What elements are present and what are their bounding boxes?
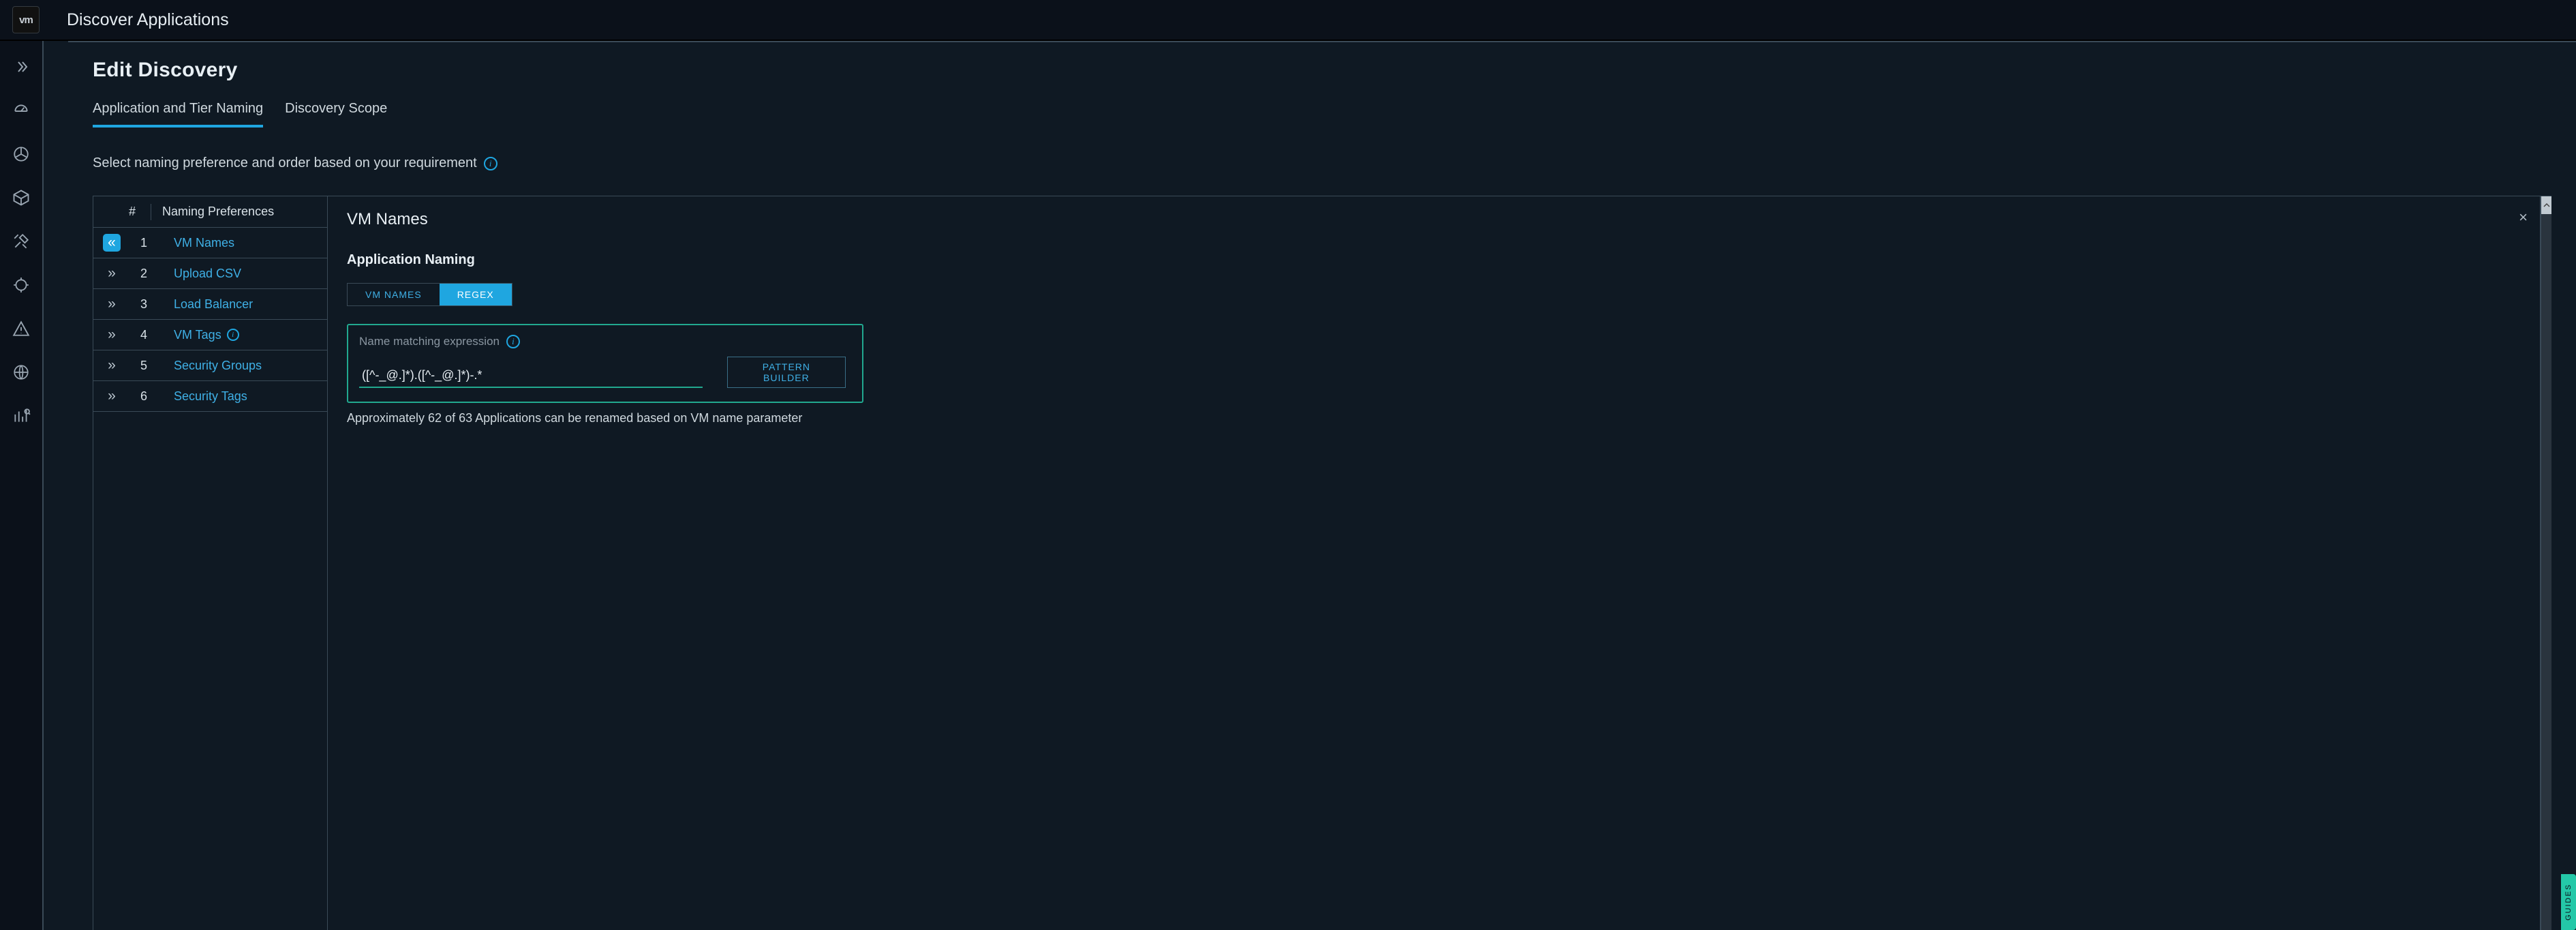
- drag-handle-icon[interactable]: »: [103, 357, 121, 374]
- row-number: 3: [129, 297, 159, 312]
- pref-row-vm-names[interactable]: « 1 VM Names: [93, 228, 327, 258]
- drag-handle-icon[interactable]: »: [103, 326, 121, 344]
- content-inner: Edit Discovery Application and Tier Nami…: [68, 41, 2576, 930]
- tab-discovery-scope[interactable]: Discovery Scope: [285, 101, 387, 127]
- page-title: Edit Discovery: [93, 59, 2551, 82]
- globe-icon[interactable]: [10, 361, 32, 383]
- dashboard-icon[interactable]: [10, 100, 32, 121]
- pattern-builder-button[interactable]: PATTERN BUILDER: [727, 357, 846, 388]
- row-label: Upload CSV: [159, 267, 241, 281]
- expand-rail-icon[interactable]: [10, 56, 32, 78]
- col-naming-preferences: Naming Preferences: [162, 205, 274, 219]
- naming-preference-intro-text: Select naming preference and order based…: [93, 155, 477, 171]
- row-label: Load Balancer: [159, 297, 253, 312]
- info-icon[interactable]: i: [506, 335, 520, 348]
- row-number: 5: [129, 359, 159, 373]
- detail-title: VM Names: [347, 210, 2521, 229]
- target-icon[interactable]: [10, 274, 32, 296]
- pref-row-security-groups[interactable]: » 5 Security Groups: [93, 350, 327, 381]
- vm-names-detail-panel: × VM Names Application Naming VM NAMES R…: [328, 196, 2541, 930]
- regex-input[interactable]: [359, 365, 703, 388]
- row-number: 6: [129, 389, 159, 404]
- naming-preferences-table: # Naming Preferences « 1 VM Names » 2 Up…: [93, 196, 328, 930]
- table-header: # Naming Preferences: [93, 196, 327, 228]
- alert-icon[interactable]: [10, 318, 32, 340]
- tools-icon[interactable]: [10, 230, 32, 252]
- info-icon[interactable]: i: [227, 329, 239, 341]
- topology-icon[interactable]: [10, 187, 32, 209]
- pref-row-security-tags[interactable]: » 6 Security Tags: [93, 381, 327, 412]
- row-label: Security Groups: [159, 359, 262, 373]
- edit-discovery-tabs: Application and Tier Naming Discovery Sc…: [93, 101, 2551, 128]
- row-number: 4: [129, 328, 159, 342]
- pref-row-vm-tags[interactable]: » 4 VM Tags i: [93, 320, 327, 350]
- app-title: Discover Applications: [67, 10, 229, 30]
- preferences-region: # Naming Preferences « 1 VM Names » 2 Up…: [93, 196, 2551, 930]
- scroll-up-icon[interactable]: [2541, 196, 2551, 214]
- naming-preference-intro: Select naming preference and order based…: [93, 155, 2551, 171]
- top-bar: vm Discover Applications: [0, 0, 2576, 41]
- vmware-logo: vm: [12, 6, 40, 33]
- analytics-icon[interactable]: [10, 405, 32, 427]
- drag-handle-icon[interactable]: »: [103, 387, 121, 405]
- drag-handle-icon[interactable]: »: [103, 265, 121, 282]
- name-matching-label: Name matching expression i: [359, 335, 846, 348]
- row-number: 1: [129, 236, 159, 250]
- pref-row-load-balancer[interactable]: » 3 Load Balancer: [93, 289, 327, 320]
- detail-subtitle: Application Naming: [347, 252, 2521, 268]
- rename-summary-text: Approximately 62 of 63 Applications can …: [347, 411, 2521, 425]
- left-nav-rail: [0, 41, 42, 930]
- drag-handle-icon[interactable]: »: [103, 295, 121, 313]
- scrollbar[interactable]: [2541, 196, 2551, 930]
- collapse-icon[interactable]: «: [103, 234, 121, 252]
- guides-tab[interactable]: GUIDES: [2561, 874, 2576, 930]
- tab-application-tier-naming[interactable]: Application and Tier Naming: [93, 101, 263, 127]
- row-label: VM Names: [159, 236, 234, 250]
- main-area: Edit Discovery Application and Tier Nami…: [0, 41, 2576, 930]
- seg-regex[interactable]: REGEX: [440, 284, 512, 305]
- info-icon[interactable]: i: [484, 157, 497, 170]
- seg-vm-names[interactable]: VM NAMES: [348, 284, 440, 305]
- content-wrap: Edit Discovery Application and Tier Nami…: [42, 41, 2576, 930]
- row-label: Security Tags: [159, 389, 247, 404]
- pref-row-upload-csv[interactable]: » 2 Upload CSV: [93, 258, 327, 289]
- name-matching-box: Name matching expression i PATTERN BUILD…: [347, 324, 863, 403]
- row-number: 2: [129, 267, 159, 281]
- col-order: #: [103, 205, 151, 219]
- segments-icon[interactable]: [10, 143, 32, 165]
- row-label: VM Tags i: [159, 328, 239, 342]
- naming-mode-segment: VM NAMES REGEX: [347, 283, 512, 306]
- close-icon[interactable]: ×: [2519, 209, 2528, 226]
